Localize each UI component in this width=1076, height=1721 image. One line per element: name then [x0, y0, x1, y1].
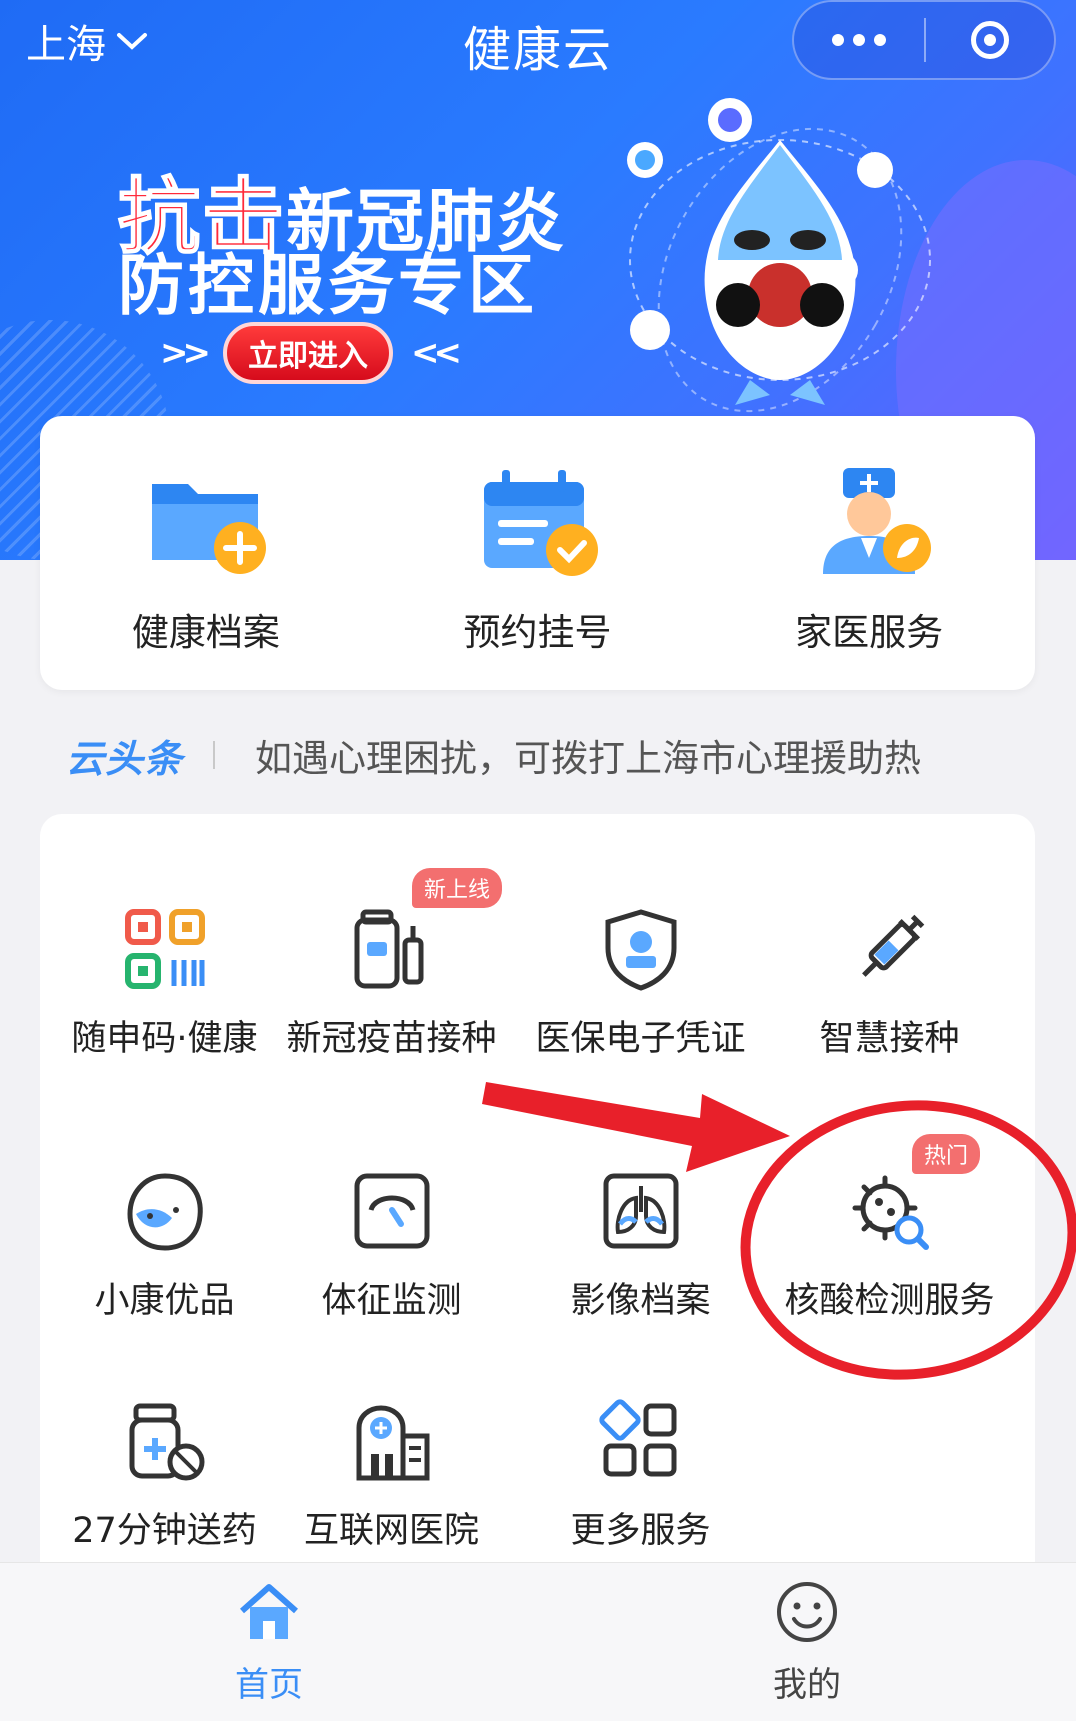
folder-plus-icon — [151, 484, 266, 574]
more-options-button[interactable] — [794, 34, 924, 46]
mascot-face-icon — [126, 1173, 203, 1251]
home-icon — [240, 1584, 298, 1639]
bottom-tab-bar: 首页 我的 — [0, 1562, 1076, 1721]
grid-more-icon — [598, 1399, 676, 1477]
smiley-icon — [777, 1582, 837, 1642]
quick-appointment[interactable]: 预约挂号 — [372, 416, 704, 690]
tab-label-home: 首页 — [235, 1665, 303, 1705]
service-label: 27分钟送药 — [72, 1511, 257, 1551]
services-card: 随申码·健康 新冠疫苗接种 新上线 医保电子凭证 智慧接种 小康优品 体征监测 … — [40, 814, 1035, 1614]
service-label: 随申码·健康 — [71, 1019, 258, 1059]
shield-badge-icon — [605, 909, 676, 991]
service-label: 核酸检测服务 — [784, 1281, 995, 1321]
banner-enter-row: >> 立即进入 << — [160, 322, 462, 384]
service-more[interactable]: 更多服务 — [516, 1398, 765, 1553]
tab-home[interactable]: 首页 — [0, 1563, 538, 1721]
banner-title-line2: 防控服务专区 — [118, 247, 538, 324]
quick-actions-card: 健康档案 预约挂号 家医服务 — [40, 416, 1035, 690]
service-label: 体征监测 — [321, 1281, 462, 1321]
quick-label: 预约挂号 — [463, 611, 612, 654]
quick-health-record[interactable]: 健康档案 — [40, 416, 372, 690]
news-headline[interactable]: 如遇心理困扰，可拨打上海市心理援助热 — [255, 728, 1026, 782]
service-xiaokang-shop[interactable]: 小康优品 — [40, 1168, 289, 1323]
quick-label: 健康档案 — [131, 611, 280, 654]
syringe-icon — [861, 914, 924, 977]
service-label: 新冠疫苗接种 — [286, 1019, 497, 1059]
service-nucleic-acid-test[interactable]: 核酸检测服务 — [765, 1168, 1014, 1323]
hospital-icon — [356, 1405, 429, 1481]
chevron-left-double-icon: << — [410, 333, 462, 373]
service-label: 智慧接种 — [819, 1019, 960, 1059]
tab-label-mine: 我的 — [773, 1665, 841, 1705]
virus-search-icon — [852, 1175, 929, 1250]
service-smart-vaccination[interactable]: 智慧接种 — [765, 906, 1014, 1061]
service-medicine-delivery[interactable]: 27分钟送药 — [40, 1398, 289, 1553]
service-label: 小康优品 — [94, 1281, 235, 1321]
service-suishenma[interactable]: 随申码·健康 — [40, 906, 289, 1061]
qr-code-icon — [124, 909, 205, 989]
calendar-check-icon — [483, 470, 598, 576]
close-miniprogram-button[interactable] — [926, 21, 1054, 59]
quick-family-doctor[interactable]: 家医服务 — [703, 416, 1035, 690]
service-label: 影像档案 — [570, 1281, 711, 1321]
news-brand: 云头条 — [66, 736, 184, 781]
gauge-icon — [354, 1173, 429, 1249]
enter-now-button[interactable]: 立即进入 — [222, 322, 393, 384]
doctor-icon — [823, 468, 932, 574]
service-covid-vaccine[interactable]: 新冠疫苗接种 — [267, 906, 516, 1061]
vaccine-vial-icon — [354, 909, 423, 989]
service-medical-insurance[interactable]: 医保电子凭证 — [516, 906, 765, 1061]
service-label: 更多服务 — [570, 1511, 711, 1551]
service-internet-hospital[interactable]: 互联网医院 — [267, 1398, 516, 1553]
badge-new-online: 新上线 — [412, 868, 503, 908]
badge-hot: 热门 — [912, 1134, 981, 1174]
tab-mine[interactable]: 我的 — [538, 1563, 1076, 1721]
service-vital-signs[interactable]: 体征监测 — [267, 1168, 516, 1323]
quick-label: 家医服务 — [795, 611, 944, 654]
target-icon — [971, 21, 1009, 59]
service-label: 互联网医院 — [303, 1511, 479, 1551]
medicine-bottle-icon — [129, 1403, 204, 1481]
mascot-illustration — [627, 98, 931, 413]
service-label: 医保电子凭证 — [535, 1019, 746, 1059]
news-divider — [213, 741, 216, 769]
lungs-icon — [603, 1173, 678, 1249]
chevron-right-double-icon: >> — [160, 333, 211, 373]
news-ticker[interactable]: 云头条 如遇心理困扰，可拨打上海市心理援助热 — [66, 728, 1026, 782]
mini-program-capsule — [792, 0, 1056, 80]
service-imaging-records[interactable]: 影像档案 — [516, 1168, 765, 1323]
